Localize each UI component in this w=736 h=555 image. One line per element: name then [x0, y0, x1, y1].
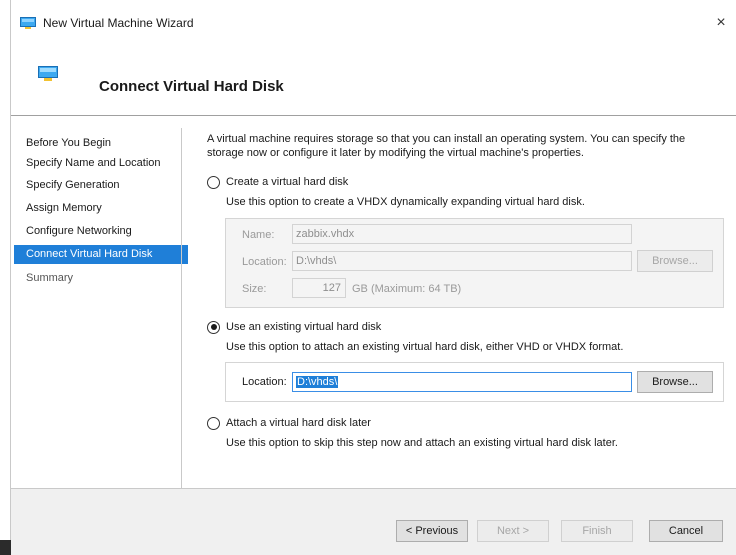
wizard-window: New Virtual Machine Wizard × Connect Vir…: [0, 0, 736, 555]
size-suffix: GB (Maximum: 64 TB): [352, 283, 462, 295]
footer-bar: < Previous Next > Finish Cancel: [11, 489, 736, 555]
page-header: Connect Virtual Hard Disk: [11, 44, 736, 116]
create-disk-radio[interactable]: [207, 175, 220, 189]
create-disk-option[interactable]: Create a virtual hard disk: [207, 174, 348, 190]
existing-location-browse-button[interactable]: Browse...: [637, 371, 713, 393]
nav-item-specify-name-location[interactable]: Specify Name and Location: [14, 154, 188, 173]
name-field[interactable]: zabbix.vhdx: [292, 224, 632, 244]
cancel-button[interactable]: Cancel: [649, 520, 723, 542]
existing-disk-settings-group: Location: D:\vhds\ Browse...: [225, 362, 724, 402]
nav-item-connect-virtual-hard-disk[interactable]: Connect Virtual Hard Disk: [14, 245, 188, 264]
nav-item-configure-networking[interactable]: Configure Networking: [14, 222, 188, 241]
existing-disk-radio[interactable]: [207, 320, 220, 334]
new-location-field[interactable]: D:\vhds\: [292, 251, 632, 271]
nav-item-assign-memory[interactable]: Assign Memory: [14, 199, 188, 218]
window-title: New Virtual Machine Wizard: [43, 16, 194, 30]
attach-later-hint: Use this option to skip this step now an…: [226, 437, 618, 449]
nav-item-specify-generation[interactable]: Specify Generation: [14, 176, 188, 195]
nav-item-before-you-begin[interactable]: Before You Begin: [14, 134, 188, 153]
nav-divider: [181, 128, 182, 488]
new-location-field-label: Location:: [242, 256, 287, 268]
previous-button[interactable]: < Previous: [396, 520, 468, 542]
name-field-label: Name:: [242, 229, 275, 241]
existing-disk-option[interactable]: Use an existing virtual hard disk: [207, 319, 381, 335]
create-disk-label: Create a virtual hard disk: [226, 176, 349, 188]
existing-location-field[interactable]: D:\vhds\: [292, 372, 632, 392]
size-field[interactable]: 127: [292, 278, 346, 298]
create-disk-settings-group: Name: zabbix.vhdx Location: D:\vhds\ Bro…: [225, 218, 724, 308]
existing-disk-hint: Use this option to attach an existing vi…: [226, 341, 624, 353]
existing-location-field-label: Location:: [242, 376, 287, 388]
close-button[interactable]: ×: [710, 12, 732, 34]
attach-later-radio[interactable]: [207, 416, 220, 430]
hard-disk-icon: [38, 66, 58, 81]
existing-disk-label: Use an existing virtual hard disk: [226, 321, 382, 333]
create-disk-hint: Use this option to create a VHDX dynamic…: [226, 196, 585, 208]
title-bar: New Virtual Machine Wizard ×: [11, 0, 736, 44]
page-description: A virtual machine requires storage so th…: [207, 133, 686, 159]
page-title: Connect Virtual Hard Disk: [99, 78, 284, 95]
new-location-browse-button[interactable]: Browse...: [637, 250, 713, 272]
attach-later-label: Attach a virtual hard disk later: [226, 417, 371, 429]
background-window-edge: [0, 0, 11, 555]
size-field-label: Size:: [242, 283, 267, 295]
attach-later-option[interactable]: Attach a virtual hard disk later: [207, 415, 371, 431]
next-button[interactable]: Next >: [477, 520, 549, 542]
virtual-machine-icon: [20, 17, 36, 29]
background-window-edge-bottom: [0, 540, 11, 555]
existing-location-value: D:\vhds\: [296, 376, 339, 388]
nav-item-summary[interactable]: Summary: [14, 269, 188, 288]
wizard-steps-nav: Before You Begin Specify Name and Locati…: [11, 116, 191, 488]
finish-button[interactable]: Finish: [561, 520, 633, 542]
